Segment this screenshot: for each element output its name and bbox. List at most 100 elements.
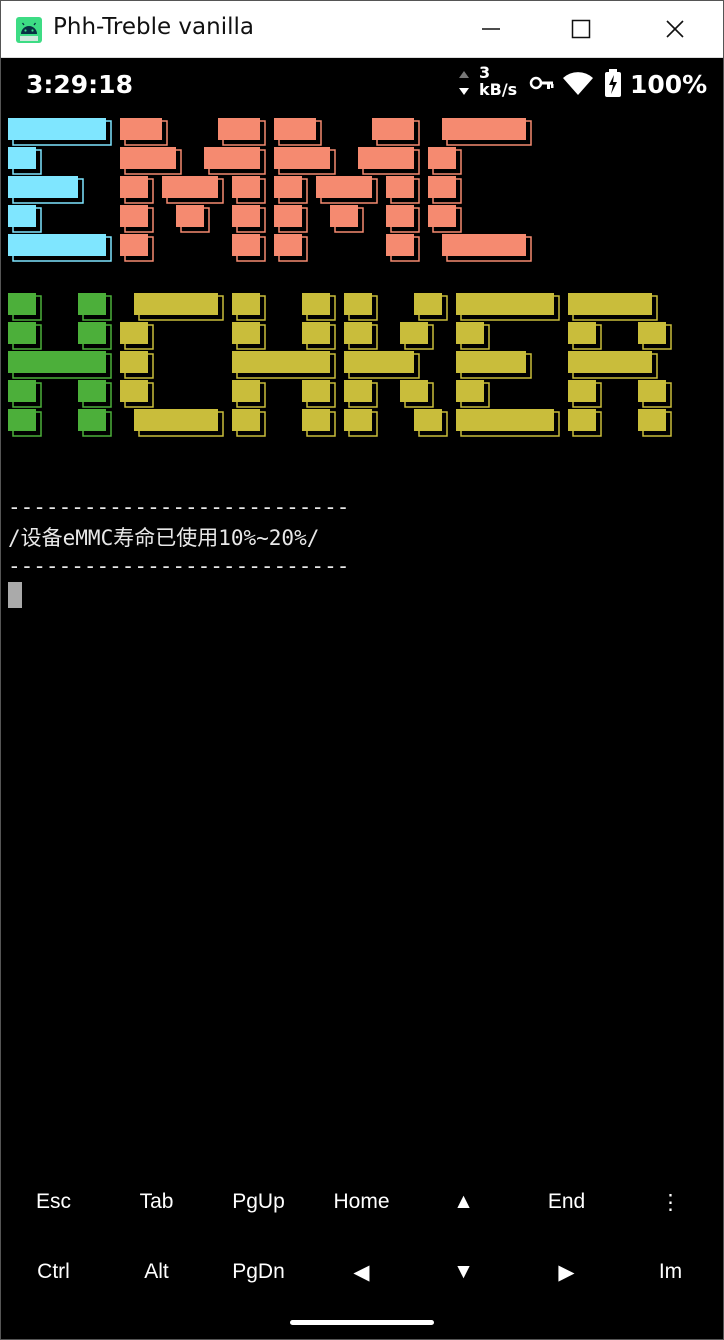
banner-letter-checker [120,351,148,373]
banner-letter-mmc [274,234,302,256]
banner-letter-checker [456,322,484,344]
banner-letter-checker [120,322,148,344]
window-titlebar: Phh-Treble vanilla [0,0,724,58]
key-ctrl[interactable]: Ctrl [2,1237,105,1307]
banner-letter-mmc [316,176,372,198]
banner-letter-checker [302,409,330,431]
banner-letter-checker [302,293,330,315]
key-up-arrow[interactable]: ▲ [412,1167,515,1237]
banner-letter-checker [232,380,260,402]
key-alt[interactable]: Alt [105,1237,208,1307]
banner-letter-mmc [274,118,316,140]
banner-letter-checker [568,351,652,373]
key-down-arrow[interactable]: ▼ [412,1237,515,1307]
key-tab[interactable]: Tab [105,1167,208,1237]
banner-letter-checker [344,409,372,431]
terminal-cursor [8,582,22,608]
banner-letter-mmc [120,205,148,227]
minimize-icon [482,28,500,30]
banner-letter-mmc [428,176,456,198]
key-esc[interactable]: Esc [2,1167,105,1237]
banner-letter-mmc [232,205,260,227]
key-end[interactable]: End [515,1167,618,1237]
android-status-bar: 3:29:18 3 kB/s 100% [0,58,724,110]
data-arrows-icon [459,71,469,95]
banner-letter-mmc [162,176,218,198]
android-app-icon [16,17,42,43]
banner-letter-e [8,147,36,169]
banner-letter-checker [134,293,218,315]
banner-letter-checker [638,322,666,344]
banner-letter-mmc [428,205,456,227]
banner-letter-mmc [330,205,358,227]
banner-letter-h [78,322,106,344]
banner-letter-checker [344,351,414,373]
minimize-button[interactable] [463,0,519,58]
extra-keys-bar: Esc Tab PgUp Home ▲ End ⋮ Ctrl Alt PgDn … [0,1167,724,1307]
vpn-key-icon [529,76,554,90]
banner-letter-checker [120,380,148,402]
key-more[interactable]: ⋮ [619,1167,722,1237]
banner-letter-checker [302,380,330,402]
banner-letter-mmc [176,205,204,227]
banner-letter-h [8,351,106,373]
banner-letter-h [8,293,36,315]
banner-letter-checker [414,409,442,431]
banner-letter-mmc [274,176,302,198]
banner-letter-mmc [442,118,526,140]
emmc-life-message: /设备eMMC寿命已使用10%~20%/ [8,526,320,550]
banner-letter-h [78,293,106,315]
banner-letter-checker [568,380,596,402]
net-speed: 3 kB/s [479,64,517,98]
banner-letter-h [78,380,106,402]
banner-letter-e [8,234,106,256]
wifi-icon [563,72,593,95]
banner-letter-h [8,409,36,431]
banner-letter-checker [232,409,260,431]
banner-letter-mmc [358,147,414,169]
key-home[interactable]: Home [310,1167,413,1237]
banner-letter-checker [568,409,596,431]
banner-letter-h [8,322,36,344]
separator-bottom: --------------------------- [8,554,350,578]
banner-letter-mmc [442,234,526,256]
key-pgdn[interactable]: PgDn [207,1237,310,1307]
net-speed-unit: kB/s [479,80,518,99]
banner-letter-mmc [428,147,456,169]
banner-letter-e [8,205,36,227]
banner-letter-h [8,380,36,402]
banner-letter-checker [456,293,554,315]
banner-letter-e [8,118,106,140]
banner-letter-mmc [120,234,148,256]
terminal-view[interactable]: --------------------------- /设备eMMC寿命已使用… [0,110,724,1170]
banner-letter-checker [568,322,596,344]
banner-letter-mmc [120,176,148,198]
banner-letter-checker [232,351,330,373]
banner-letter-checker [456,380,484,402]
banner-letter-mmc [386,205,414,227]
close-button[interactable] [647,0,703,58]
key-left-arrow[interactable]: ◀ [310,1237,413,1307]
status-clock: 3:29:18 [26,70,133,99]
banner-letter-checker [414,293,442,315]
battery-charging-icon [605,69,621,97]
separator-top: --------------------------- [8,495,350,519]
banner-letter-checker [638,409,666,431]
banner-letter-mmc [274,205,302,227]
banner-letter-e [8,176,78,198]
banner-letter-h [78,409,106,431]
banner-letter-mmc [204,147,260,169]
banner-letter-checker [134,409,218,431]
key-im[interactable]: Im [619,1237,722,1307]
key-pgup[interactable]: PgUp [207,1167,310,1237]
close-icon [666,20,684,38]
net-speed-value: 3 [479,63,491,82]
gesture-nav-handle[interactable] [290,1320,434,1325]
key-right-arrow[interactable]: ▶ [515,1237,618,1307]
battery-percent: 100% [630,70,708,99]
banner-letter-checker [344,380,372,402]
maximize-button[interactable] [553,0,609,58]
banner-letter-checker [456,351,526,373]
banner-letter-mmc [232,176,260,198]
banner-letter-checker [232,322,260,344]
